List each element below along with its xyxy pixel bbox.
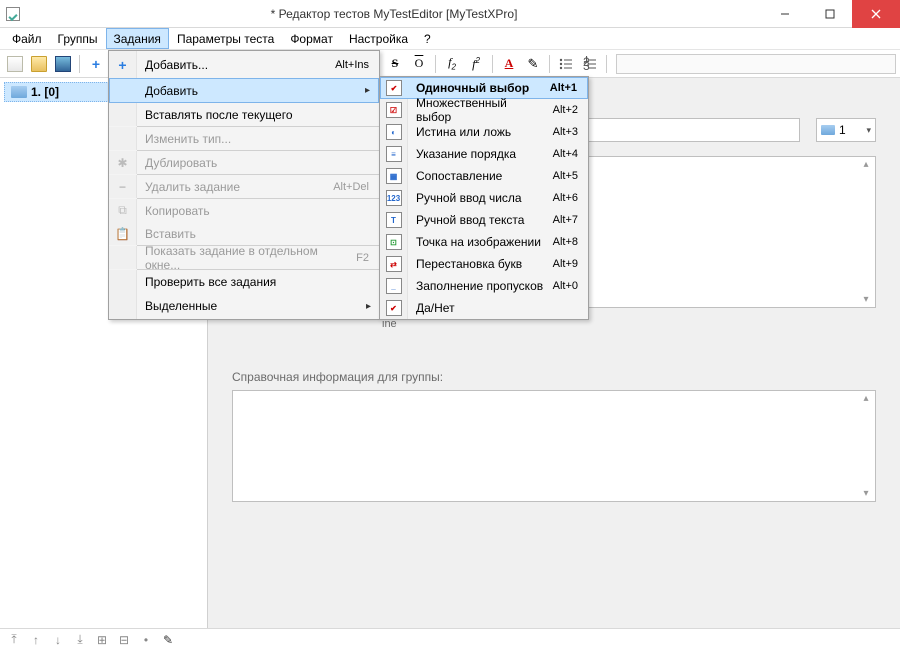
dd-change-type: Изменить тип... (109, 127, 379, 150)
highlight-button[interactable]: ✎ (522, 53, 544, 75)
copy-icon: ⧉ (118, 203, 127, 218)
maximize-button[interactable] (807, 0, 852, 28)
tree-item-label: 1. [0] (31, 85, 59, 99)
open-button[interactable] (28, 53, 50, 75)
remove-icon[interactable]: ⊟ (116, 632, 132, 648)
new-button[interactable] (4, 53, 26, 75)
menu-file[interactable]: Файл (4, 28, 50, 49)
chevron-down-icon: ▾ (866, 125, 871, 136)
dd-duplicate: ✱ Дублировать (109, 151, 379, 174)
sub-letter-shuffle[interactable]: ⇄ Перестановка букв Alt+9 (380, 253, 588, 275)
dd-add-submenu[interactable]: Добавить ▸ (109, 78, 379, 103)
sub-true-false[interactable]: ◐ Истина или ложь Alt+3 (380, 121, 588, 143)
menu-params[interactable]: Параметры теста (169, 28, 282, 49)
dot-icon[interactable]: • (138, 632, 154, 648)
letter-shuffle-icon: ⇄ (386, 256, 402, 272)
dd-paste: 📋 Вставить (109, 222, 379, 245)
tasks-dropdown: + Добавить... Alt+Ins Добавить ▸ Вставля… (108, 50, 380, 320)
dd-copy: ⧉ Копировать (109, 199, 379, 222)
bullet-list-button[interactable] (555, 53, 577, 75)
toolbar-spacer (616, 54, 896, 74)
chevron-right-icon: ▸ (365, 85, 370, 96)
menubar: Файл Группы Задания Параметры теста Форм… (0, 28, 900, 50)
statusbar: ⤒ ↑ ↓ ⤓ ⊞ ⊟ • ✎ (0, 628, 900, 650)
true-false-icon: ◐ (386, 124, 402, 140)
menu-help[interactable]: ? (416, 28, 439, 49)
scroll-up-icon[interactable]: ▴ (859, 393, 873, 404)
close-button[interactable] (852, 0, 900, 28)
window-title: * Редактор тестов MyTestEditor [MyTestXP… (26, 7, 762, 21)
yes-no-icon: ✔ (386, 300, 402, 316)
image-point-icon: ⊡ (386, 234, 402, 250)
move-down-icon[interactable]: ↓ (50, 632, 66, 648)
strikethrough-button[interactable]: S (384, 53, 406, 75)
number-input-icon: 123 (386, 190, 402, 206)
move-up-icon[interactable]: ↑ (28, 632, 44, 648)
ref-label: Справочная информация для группы: (232, 370, 876, 384)
font-color-button[interactable]: A (498, 53, 520, 75)
plus-icon: + (118, 57, 126, 73)
sub-matching[interactable]: ▦ Сопоставление Alt+5 (380, 165, 588, 187)
subscript-button[interactable]: f2 (441, 53, 463, 75)
sub-fill-blanks[interactable]: _ Заполнение пропусков Alt+0 (380, 275, 588, 297)
superscript-button[interactable]: f2 (465, 53, 487, 75)
paste-icon: 📋 (115, 227, 130, 241)
move-bottom-icon[interactable]: ⤓ (72, 632, 88, 648)
add-button[interactable]: + (85, 53, 107, 75)
group-icon-combo[interactable]: 1 ▾ (816, 118, 876, 142)
add-icon[interactable]: ⊞ (94, 632, 110, 648)
dd-delete: − Удалить задание Alt+Del (109, 175, 379, 198)
menu-groups[interactable]: Группы (50, 28, 106, 49)
scroll-down-icon[interactable]: ▾ (859, 294, 873, 305)
add-submenu: ✔ Одиночный выбор Alt+1 ☑ Множественный … (379, 76, 589, 320)
single-choice-icon: ✔ (386, 80, 402, 96)
folder-icon (11, 86, 27, 98)
number-list-button[interactable]: 123 (579, 53, 601, 75)
combo-value: 1 (839, 123, 846, 137)
sub-multi-choice[interactable]: ☑ Множественный выбор Alt+2 (380, 99, 588, 121)
menu-tasks[interactable]: Задания (106, 28, 169, 49)
duplicate-icon: ✱ (117, 156, 127, 170)
save-button[interactable] (52, 53, 74, 75)
wand-icon[interactable]: ✎ (160, 632, 176, 648)
multi-choice-icon: ☑ (386, 102, 402, 118)
dd-check-all[interactable]: Проверить все задания (109, 270, 379, 293)
scroll-up-icon[interactable]: ▴ (859, 159, 873, 170)
move-top-icon[interactable]: ⤒ (6, 632, 22, 648)
sub-ordering[interactable]: ≡ Указание порядка Alt+4 (380, 143, 588, 165)
dd-selected[interactable]: Выделенные ▸ (109, 293, 379, 319)
sub-image-point[interactable]: ⊡ Точка на изображении Alt+8 (380, 231, 588, 253)
matching-icon: ▦ (386, 168, 402, 184)
menu-settings[interactable]: Настройка (341, 28, 416, 49)
scroll-down-icon[interactable]: ▾ (859, 488, 873, 499)
titlebar: * Редактор тестов MyTestEditor [MyTestXP… (0, 0, 900, 28)
dd-show-separate: Показать задание в отдельном окне... F2 (109, 246, 379, 269)
ordering-icon: ≡ (386, 146, 402, 162)
sub-yes-no[interactable]: ✔ Да/Нет (380, 297, 588, 319)
svg-text:3: 3 (583, 59, 590, 72)
minimize-button[interactable] (762, 0, 807, 28)
minus-icon: − (119, 180, 126, 194)
text-input-icon: T (386, 212, 402, 228)
group-ref-textarea[interactable]: ▴ ▾ (232, 390, 876, 502)
menu-format[interactable]: Формат (282, 28, 341, 49)
dd-add[interactable]: + Добавить... Alt+Ins (109, 51, 379, 78)
fill-blanks-icon: _ (386, 278, 402, 294)
sub-number-input[interactable]: 123 Ручной ввод числа Alt+6 (380, 187, 588, 209)
sub-text-input[interactable]: T Ручной ввод текста Alt+7 (380, 209, 588, 231)
folder-icon (821, 125, 835, 135)
overline-button[interactable]: O (408, 53, 430, 75)
app-icon (6, 7, 20, 21)
dd-insert-after[interactable]: Вставлять после текущего (109, 103, 379, 126)
chevron-right-icon: ▸ (366, 301, 371, 312)
